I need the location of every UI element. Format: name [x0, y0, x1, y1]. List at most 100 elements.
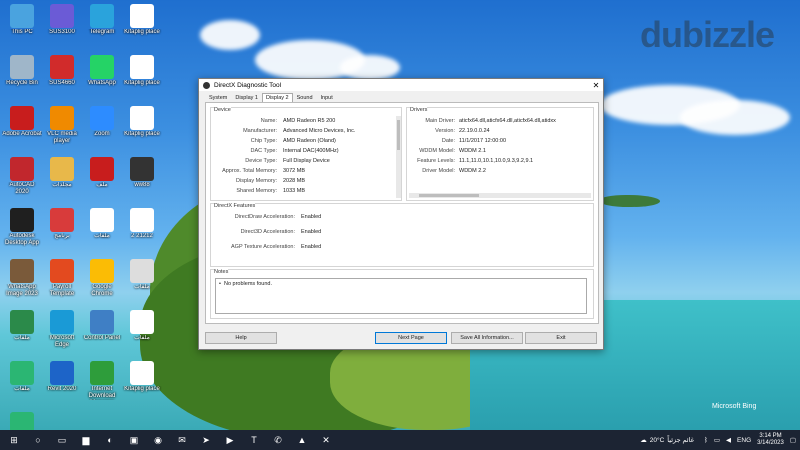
desktop-icon-file-6[interactable]: ملفات	[122, 259, 162, 298]
desktop-icon-label: Revit 2020	[47, 386, 77, 392]
desktop-icon-file-9[interactable]: ملفات	[2, 361, 42, 400]
desktop-icon-file-1[interactable]: Kitaplig place	[122, 4, 162, 43]
device-key: Chip Type:	[250, 138, 277, 144]
drivers-hscrollbar[interactable]	[409, 193, 591, 198]
weather-icon[interactable]: ☁	[640, 436, 647, 444]
whatsapp-icon	[90, 55, 114, 79]
desktop-icon-sus[interactable]: SUS3100	[42, 4, 82, 43]
save-all-button[interactable]: Save All Information...	[451, 332, 523, 344]
edge-icon[interactable]: ◐	[103, 433, 117, 447]
desktop-icon-autocad[interactable]: AutoCAD 2020	[2, 157, 42, 196]
telegram-icon[interactable]: ➤	[199, 433, 213, 447]
close-icon[interactable]: ✕	[589, 81, 603, 90]
notes-item: • No problems found.	[219, 281, 272, 287]
tab-system[interactable]: System	[205, 93, 231, 102]
desktop-icon-autodesk[interactable]: Autodesk Desktop App	[2, 208, 42, 247]
chrome-icon[interactable]: ◉	[151, 433, 165, 447]
device-key: Shared Memory:	[236, 188, 277, 194]
desktop-icon-file-11[interactable]: ملفات	[2, 412, 42, 430]
document-icon	[90, 208, 114, 232]
desktop-icon-file-5[interactable]: 2 21212	[122, 208, 162, 247]
notifications-icon[interactable]: ▢	[790, 436, 796, 444]
search-icon[interactable]: ○	[31, 433, 45, 447]
exit-button[interactable]: Exit	[525, 332, 597, 344]
desktop-icon-label: Adobe Acrobat	[2, 131, 42, 137]
desktop-icon-file-2[interactable]: Kitaplig place	[122, 55, 162, 94]
desktop-icon-file-3[interactable]: Kitaplig place	[122, 106, 162, 145]
whatsapp-icon[interactable]: ✆	[271, 433, 285, 447]
driver-key: Main Driver:	[425, 118, 455, 124]
device-scrollbar[interactable]	[396, 116, 401, 198]
tab-display-1[interactable]: Display 1	[231, 93, 262, 102]
desktop-icon-file-8[interactable]: ملفات	[122, 310, 162, 349]
driver-value: aticfx64.dll,aticfx64.dll,aticfx64.dll,a…	[459, 118, 556, 124]
window-title: DirectX Diagnostic Tool	[214, 81, 282, 89]
tab-input[interactable]: Input	[317, 93, 337, 102]
clock[interactable]: 3:14 PM 3/14/2023	[757, 433, 784, 447]
mail-icon[interactable]: ✉	[175, 433, 189, 447]
desktop-icon-recycle-bin[interactable]: Recycle Bin	[2, 55, 42, 94]
bluetooth-icon[interactable]: ᛒ	[704, 437, 708, 444]
desktop-icon-this-pc[interactable]: This PC	[2, 4, 42, 43]
device-value: 3072 MB	[283, 168, 306, 174]
pdf-icon	[90, 157, 114, 181]
device-key: Manufacturer:	[243, 128, 277, 134]
taskbar: ⊞ ○ ▭ ▆ ◐ ▣ ◉ ✉ ➤ ▶ T ✆ ▲ ✕ ☁ 20°C غائم جزئياً ᛒ ▭ ◀ …	[0, 430, 800, 450]
desktop-icon-chrome[interactable]: Google Chrome	[82, 259, 122, 298]
desktop-icon-file-10[interactable]: Kitaplig place	[122, 361, 162, 400]
desktop-icon-folder-2[interactable]: برنامج	[42, 208, 82, 247]
tab-display-2[interactable]: Display 2	[261, 93, 293, 102]
desktop-icon-file-7[interactable]: ملفات	[2, 310, 42, 349]
desktop-icon-image-1[interactable]: ww88	[122, 157, 162, 196]
zoom-icon[interactable]: ▶	[223, 433, 237, 447]
desktop-icon-label: VLC media player	[47, 131, 77, 144]
desktop-icon-telegram[interactable]: Telegram	[82, 4, 122, 43]
windows-icon[interactable]: ⊞	[7, 433, 21, 447]
task-view-icon[interactable]: ▭	[55, 433, 69, 447]
desktop-icon-revit[interactable]: Revit 2020	[42, 361, 82, 400]
desktop-icon-vlc[interactable]: VLC media player	[42, 106, 82, 145]
volume-icon[interactable]: ◀	[726, 436, 731, 444]
device-key: Name:	[260, 118, 277, 124]
desktop-icon-zoom[interactable]: Zoom	[82, 106, 122, 145]
desktop-icon-idm[interactable]: Internet Download Manager	[82, 361, 122, 400]
desktop-icon-payroll[interactable]: Payroll Template	[42, 259, 82, 298]
vlc-icon[interactable]: ▲	[295, 433, 309, 447]
desktop-icon-edge[interactable]: Microsoft Edge	[42, 310, 82, 349]
desktop-icon-label: ملفات	[134, 284, 150, 290]
teams-icon[interactable]: T	[247, 433, 261, 447]
desktop-icon-whatsapp[interactable]: WhatsApp	[82, 55, 122, 94]
tab-sound[interactable]: Sound	[293, 93, 317, 102]
next-page-button[interactable]: Next Page	[375, 332, 447, 344]
device-key: DAC Type:	[250, 148, 278, 154]
weather-text[interactable]: غائم جزئياً	[667, 436, 694, 444]
desktop-icon-pdf-2[interactable]: ملف	[82, 157, 122, 196]
scroll-thumb[interactable]	[419, 194, 479, 197]
folder-icon[interactable]: ▆	[79, 433, 93, 447]
photos-icon[interactable]: ▣	[127, 433, 141, 447]
scroll-thumb[interactable]	[397, 120, 400, 150]
desktop-icon-label: Control Panel	[83, 335, 121, 341]
network-icon[interactable]: ▭	[714, 436, 720, 444]
document-icon	[130, 361, 154, 385]
language-indicator[interactable]: ENG	[737, 437, 751, 444]
image-icon	[130, 157, 154, 181]
device-group: Device Name: AMD Radeon R5 200 Manufacture…	[210, 107, 402, 201]
desktop-icon-acrobat[interactable]: Adobe Acrobat	[2, 106, 42, 145]
app-icon	[50, 4, 74, 28]
directx-icon[interactable]: ✕	[319, 433, 333, 447]
desktop-icon-label: ملفات	[14, 335, 30, 341]
help-button[interactable]: Help	[205, 332, 277, 344]
title-bar[interactable]: DirectX Diagnostic Tool ✕	[199, 79, 603, 91]
desktop-icon-folder-1[interactable]: مجلدات	[42, 157, 82, 196]
desktop-icon-app-red[interactable]: SUS4660	[42, 55, 82, 94]
desktop-icon-file-4[interactable]: ملفات	[82, 208, 122, 247]
desktop-icon-control[interactable]: Control Panel	[82, 310, 122, 349]
driver-key: Feature Levels:	[417, 158, 455, 164]
device-value: 1033 MB	[283, 188, 306, 194]
dxdiag-window[interactable]: DirectX Diagnostic Tool ✕ System Display …	[198, 78, 604, 350]
features-group: DirectX Features DirectDraw Acceleration…	[210, 203, 594, 267]
weather-temp[interactable]: 20°C	[650, 437, 665, 444]
notes-box[interactable]: • No problems found.	[215, 278, 587, 314]
desktop-icon-whatsapp-img[interactable]: WhatsApp Image 2023	[2, 259, 42, 298]
